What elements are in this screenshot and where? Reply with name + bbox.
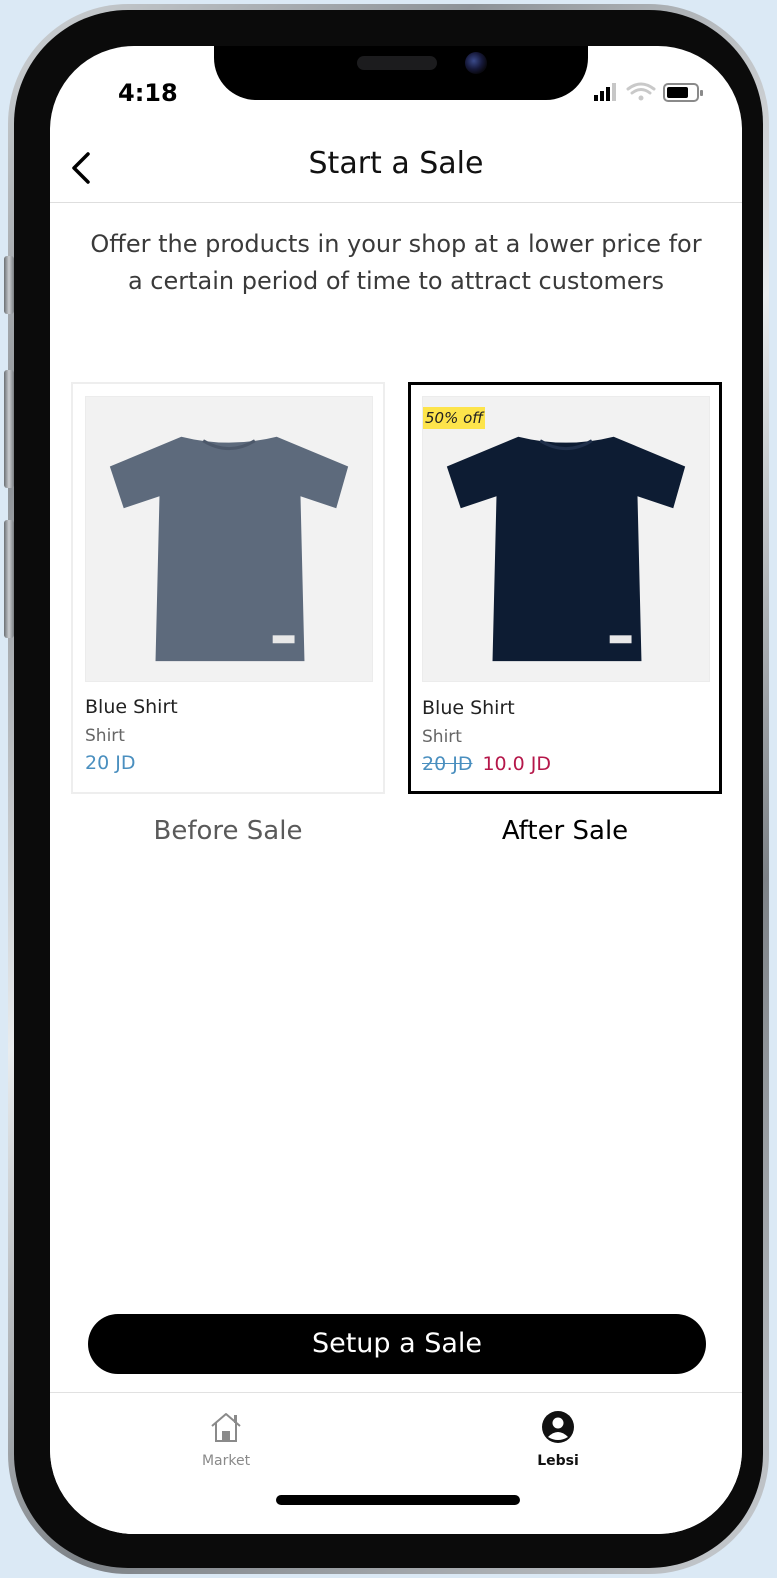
shirt-image xyxy=(446,436,686,662)
shirt-image xyxy=(109,436,349,662)
tab-profile-label: Lebsi xyxy=(537,1453,579,1469)
screen: 4:18 Start a Sale Offer the products in … xyxy=(50,46,742,1534)
front-camera xyxy=(465,52,487,74)
after-sale-caption: After Sale xyxy=(501,816,629,846)
notch xyxy=(214,46,588,100)
before-sale-card: Blue Shirt Shirt 20 JD xyxy=(71,382,385,794)
product-name: Blue Shirt xyxy=(422,697,515,719)
before-sale-caption: Before Sale xyxy=(153,816,303,846)
product-price: 20 JD xyxy=(85,752,136,774)
product-price: 20 JD 10.0 JD xyxy=(422,753,551,775)
battery-icon xyxy=(663,83,703,102)
page-title: Start a Sale xyxy=(308,146,484,181)
home-icon xyxy=(211,1413,241,1442)
volume-down-button xyxy=(4,520,14,638)
after-sale-card[interactable]: 50% off Blue Shirt Shirt 20 JD 10.0 JD xyxy=(408,382,722,794)
tab-market[interactable]: Market xyxy=(166,1409,286,1469)
tab-bar: Market Lebsi xyxy=(50,1392,742,1534)
status-icons xyxy=(594,82,703,102)
speaker-grille xyxy=(357,56,437,70)
mute-switch xyxy=(4,256,14,314)
discount-badge: 50% off xyxy=(423,407,486,429)
profile-icon xyxy=(542,1411,574,1443)
product-name: Blue Shirt xyxy=(85,696,178,718)
product-category: Shirt xyxy=(422,727,462,747)
sale-price: 10.0 JD xyxy=(482,753,552,775)
home-indicator xyxy=(276,1495,520,1505)
signal-icon xyxy=(594,83,616,101)
page-description: Offer the products in your shop at a low… xyxy=(90,230,702,295)
setup-sale-button[interactable]: Setup a Sale xyxy=(88,1314,706,1374)
status-time: 4:18 xyxy=(118,79,178,107)
wifi-icon xyxy=(626,82,656,101)
product-category: Shirt xyxy=(85,726,125,746)
tab-profile[interactable]: Lebsi xyxy=(498,1409,618,1469)
navigation-bar: Start a Sale xyxy=(50,136,742,203)
original-price: 20 JD xyxy=(422,753,473,775)
product-image xyxy=(85,396,373,682)
volume-up-button xyxy=(4,370,14,488)
product-image: 50% off xyxy=(422,396,710,682)
tab-market-label: Market xyxy=(201,1453,251,1469)
